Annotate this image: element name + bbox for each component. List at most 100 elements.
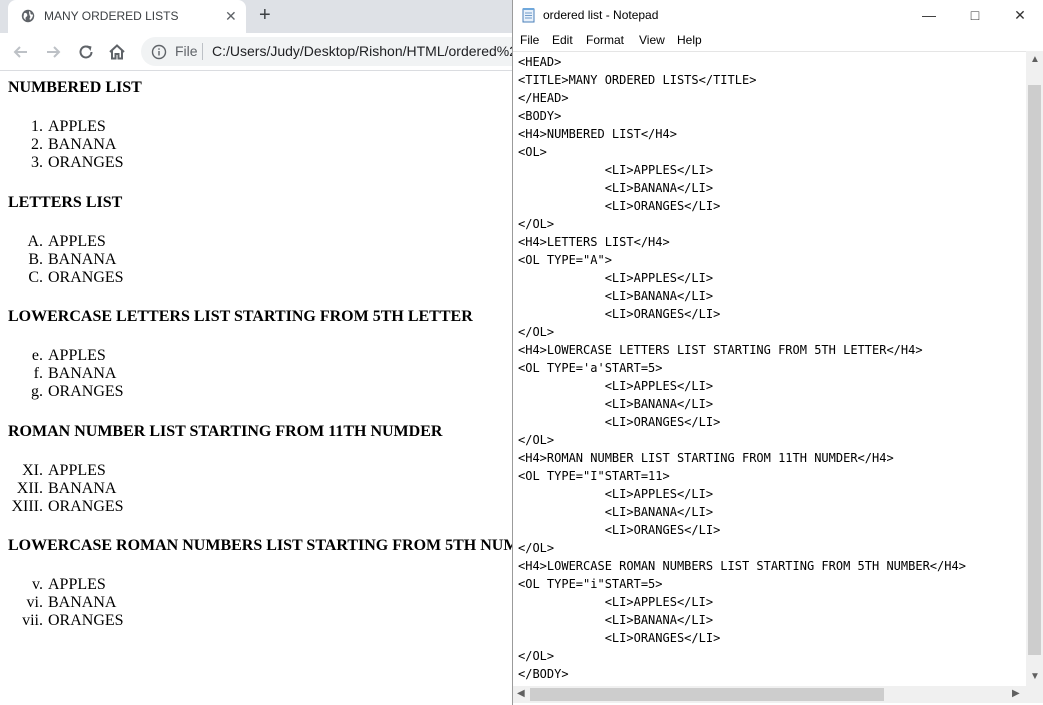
new-tab-plus-icon[interactable]: +: [259, 4, 271, 27]
list-item-marker: XII.: [16, 480, 43, 497]
notepad-text-area[interactable]: <HEAD> <TITLE>MANY ORDERED LISTS</TITLE> <…: [513, 51, 1026, 687]
list-item-marker: A.: [27, 233, 43, 250]
notepad-source-text[interactable]: <HEAD> <TITLE>MANY ORDERED LISTS</TITLE> <…: [518, 53, 966, 687]
list-item-text: BANANA: [48, 251, 117, 268]
source-line: <OL>: [518, 145, 547, 159]
back-arrow-icon[interactable]: [11, 42, 31, 62]
list-item-text: APPLES: [48, 576, 106, 593]
reload-icon[interactable]: [76, 42, 96, 62]
close-icon[interactable]: ✕: [997, 0, 1043, 31]
source-line: <LI>ORANGES</LI>: [518, 307, 721, 321]
scroll-left-arrow-icon[interactable]: ◀: [517, 688, 525, 699]
tab-close-icon[interactable]: ✕: [225, 8, 237, 25]
list-item-text: APPLES: [48, 118, 106, 135]
scrollbar-corner: [1026, 686, 1043, 703]
menu-help[interactable]: Help: [677, 33, 702, 47]
menu-view[interactable]: View: [639, 33, 665, 47]
source-line: <LI>BANANA</LI>: [518, 181, 714, 195]
notepad-titlebar[interactable]: ordered list - Notepad — □ ✕: [513, 0, 1043, 31]
list-item-marker: f.: [33, 365, 43, 382]
browser-tab[interactable]: MANY ORDERED LISTS ✕: [8, 0, 246, 33]
source-line: <LI>ORANGES</LI>: [518, 523, 721, 537]
source-line: <H4>LOWERCASE LETTERS LIST STARTING FROM…: [518, 343, 923, 357]
list-item-marker: B.: [28, 251, 43, 268]
list-item-text: APPLES: [48, 233, 106, 250]
vertical-scroll-thumb[interactable]: [1028, 85, 1041, 655]
source-line: <H4>NUMBERED LIST</H4>: [518, 127, 677, 141]
list-item-text: ORANGES: [48, 383, 124, 400]
list-item-text: ORANGES: [48, 154, 124, 171]
list-item-marker: v.: [32, 576, 43, 593]
horizontal-scrollbar[interactable]: ◀ ▶: [513, 686, 1026, 703]
list-item-marker: XIII.: [11, 498, 43, 515]
source-line: <LI>APPLES</LI>: [518, 487, 714, 501]
source-line: <LI>BANANA</LI>: [518, 505, 714, 519]
info-icon[interactable]: [151, 44, 167, 60]
source-line: <TITLE>MANY ORDERED LISTS</TITLE>: [518, 73, 757, 87]
list-item-marker: e.: [31, 347, 43, 364]
list-item-text: APPLES: [48, 462, 106, 479]
source-line: <OL TYPE='a'START=5>: [518, 361, 663, 375]
notepad-menubar: File Edit Format View Help: [513, 31, 1043, 50]
maximize-icon[interactable]: □: [952, 0, 998, 31]
list-item-text: ORANGES: [48, 498, 124, 515]
source-line: <LI>BANANA</LI>: [518, 289, 714, 303]
scroll-down-arrow-icon[interactable]: ▼: [1030, 671, 1040, 682]
source-line: <LI>APPLES</LI>: [518, 163, 714, 177]
section-heading: LOWERCASE ROMAN NUMBERS LIST STARTING FR…: [8, 537, 512, 554]
source-line: </OL>: [518, 217, 555, 231]
list-item-text: ORANGES: [48, 269, 124, 286]
source-line: <H4>LOWERCASE ROMAN NUMBERS LIST STARTIN…: [518, 559, 966, 573]
file-label: File: [175, 43, 198, 59]
notepad-window: ordered list - Notepad — □ ✕ File Edit F…: [512, 0, 1043, 705]
section-heading: ROMAN NUMBER LIST STARTING FROM 11TH NUM…: [8, 423, 443, 440]
section-heading: LOWERCASE LETTERS LIST STARTING FROM 5TH…: [8, 308, 473, 325]
source-line: <HEAD>: [518, 55, 562, 69]
list-item-marker: 1.: [31, 118, 43, 135]
source-line: <LI>APPLES</LI>: [518, 595, 714, 609]
source-line: </OL>: [518, 433, 555, 447]
vertical-scrollbar[interactable]: ▲ ▼: [1026, 51, 1043, 686]
list-item-text: APPLES: [48, 347, 106, 364]
list-item-marker: XI.: [22, 462, 43, 479]
source-line: <LI>ORANGES</LI>: [518, 631, 721, 645]
list-item-marker: g.: [31, 383, 43, 400]
list-item-marker: vi.: [26, 594, 43, 611]
address-bar[interactable]: File C:/Users/Judy/Desktop/Rishon/HTML/o…: [141, 37, 572, 66]
source-line: <OL TYPE="I"START=11>: [518, 469, 670, 483]
scroll-right-arrow-icon[interactable]: ▶: [1012, 688, 1020, 699]
list-item-text: BANANA: [48, 594, 117, 611]
menu-file[interactable]: File: [520, 33, 539, 47]
source-line: </OL>: [518, 325, 555, 339]
source-line: <LI>ORANGES</LI>: [518, 415, 721, 429]
source-line: <LI>APPLES</LI>: [518, 379, 714, 393]
source-line: <BODY>: [518, 109, 562, 123]
list-item-text: BANANA: [48, 365, 117, 382]
source-line: <OL TYPE="i"START=5>: [518, 577, 663, 591]
source-line: <H4>LETTERS LIST</H4>: [518, 235, 670, 249]
menu-edit[interactable]: Edit: [552, 33, 573, 47]
source-line: </OL>: [518, 541, 555, 555]
list-item-marker: 2.: [31, 136, 43, 153]
minimize-icon[interactable]: —: [906, 0, 952, 31]
list-item-text: ORANGES: [48, 612, 124, 629]
page-content: NUMBERED LIST 1. APPLES 2. BANANA 3. ORANGES LE…: [0, 71, 512, 705]
horizontal-scroll-thumb[interactable]: [530, 688, 884, 701]
source-line: <OL TYPE="A">: [518, 253, 612, 267]
scroll-up-arrow-icon[interactable]: ▲: [1030, 54, 1040, 65]
section-heading: LETTERS LIST: [8, 194, 123, 211]
menu-format[interactable]: Format: [586, 33, 624, 47]
source-line: <LI>APPLES</LI>: [518, 271, 714, 285]
forward-arrow-icon[interactable]: [43, 42, 63, 62]
source-line: <LI>BANANA</LI>: [518, 613, 714, 627]
globe-icon: [21, 9, 35, 23]
notepad-title: ordered list - Notepad: [543, 8, 659, 22]
source-line: </HEAD>: [518, 91, 569, 105]
home-icon[interactable]: [107, 42, 127, 62]
source-line: </OL>: [518, 649, 555, 663]
section-heading: NUMBERED LIST: [8, 79, 142, 96]
address-separator: [202, 43, 203, 60]
list-item-text: BANANA: [48, 136, 117, 153]
list-item-marker: C.: [28, 269, 43, 286]
source-line: <LI>ORANGES</LI>: [518, 199, 721, 213]
